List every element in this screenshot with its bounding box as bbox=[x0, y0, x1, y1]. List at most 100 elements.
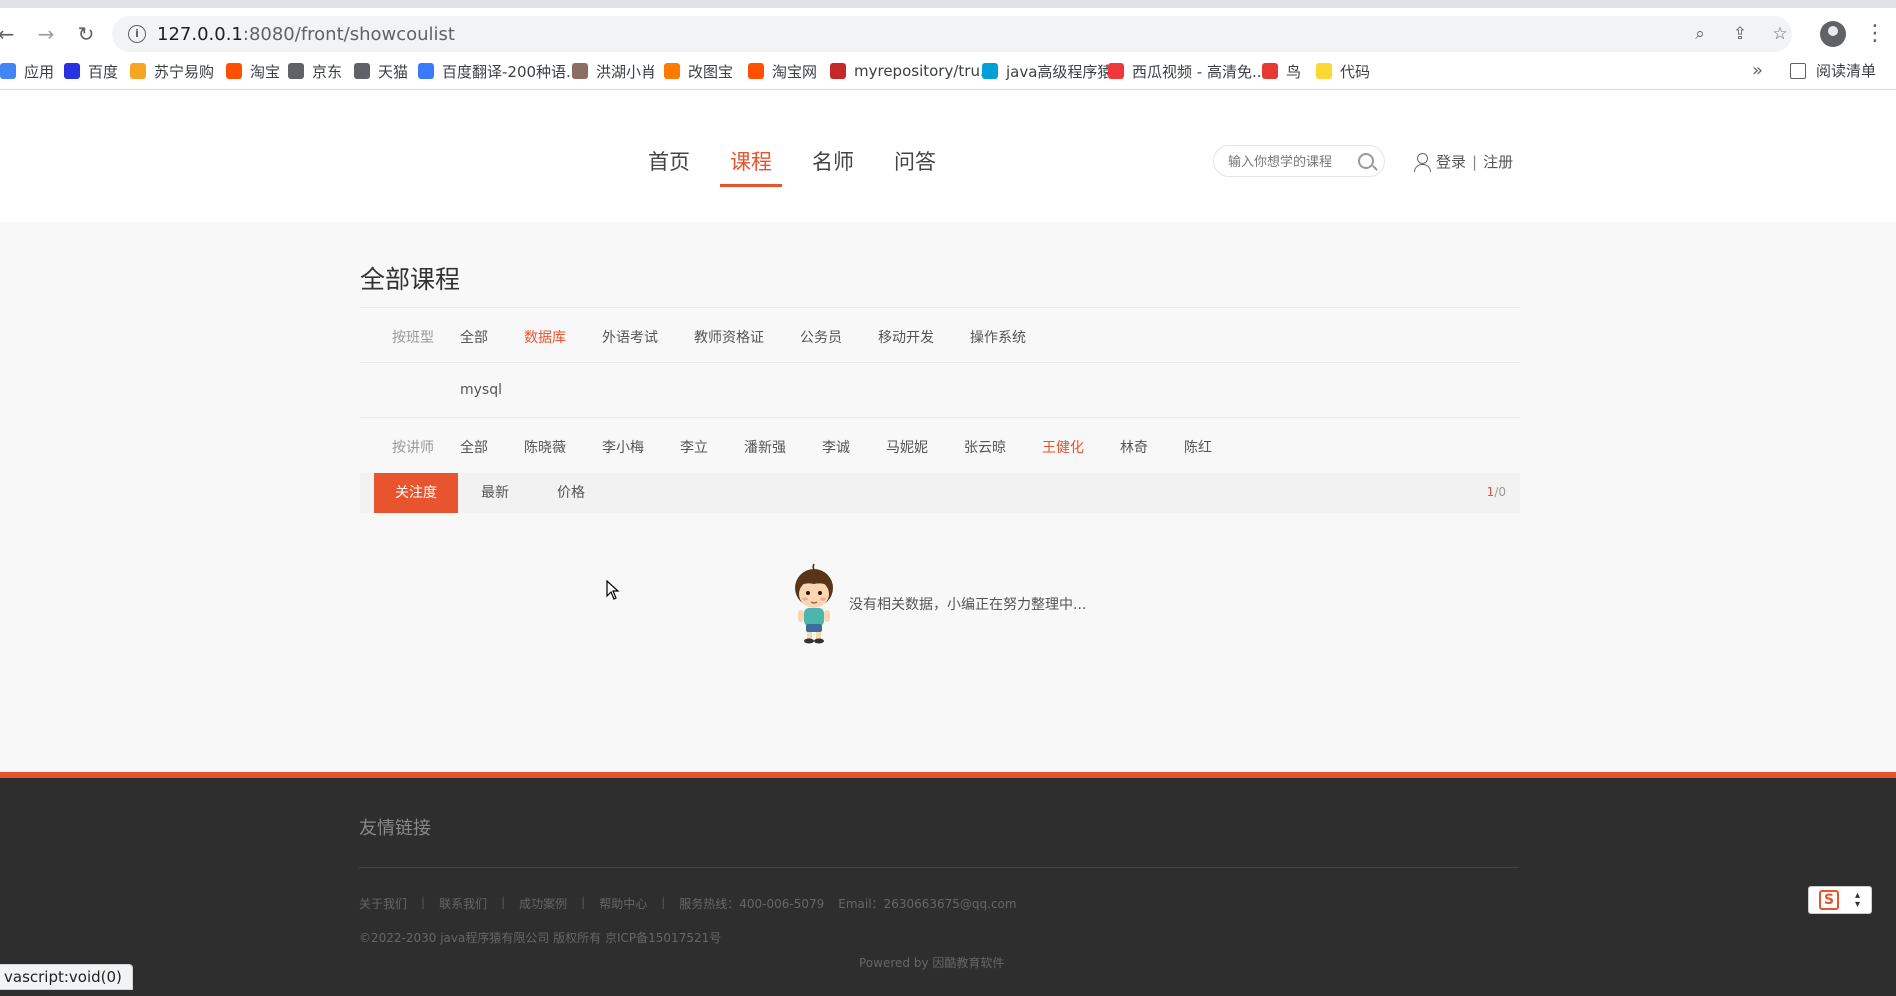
reading-list-icon bbox=[1790, 62, 1806, 79]
main-nav: 首页 课程 名师 问答 bbox=[648, 146, 976, 187]
profile-avatar-icon[interactable] bbox=[1820, 21, 1846, 47]
course-search bbox=[1213, 145, 1385, 177]
teacher-filter-option[interactable]: 林奇 bbox=[1120, 437, 1148, 457]
type-filter-option[interactable]: 数据库 bbox=[524, 327, 566, 347]
bookmark-favicon-icon bbox=[1262, 63, 1278, 79]
type-filter-option[interactable]: 公务员 bbox=[800, 327, 842, 347]
bookmark-item[interactable]: 苏宁易购 bbox=[130, 60, 214, 82]
footer-link[interactable]: 成功案例 bbox=[519, 895, 567, 912]
login-separator: | bbox=[1472, 152, 1478, 171]
bookmark-favicon-icon bbox=[226, 63, 242, 79]
type-filter-row: 按班型 全部 数据库 外语考试 教师资格证 公务员 移动开发 操作系统 bbox=[360, 308, 1520, 363]
sort-option[interactable]: 价格 bbox=[536, 473, 606, 513]
subtype-filter-options: mysql bbox=[460, 382, 538, 398]
share-icon[interactable]: ⇪ bbox=[1730, 24, 1750, 44]
teacher-filter-option[interactable]: 李诚 bbox=[822, 437, 850, 457]
footer-link-separator: | bbox=[501, 895, 506, 909]
reading-list-button[interactable]: 阅读清单 bbox=[1790, 60, 1876, 81]
footer-links: 关于我们 | 联系我们 | 成功案例 | 帮助中心 | 服务热线：400-006-5079 Ema… bbox=[359, 895, 1031, 912]
page-title: 全部课程 bbox=[360, 265, 461, 294]
bookmarks-more-button[interactable]: » bbox=[1752, 60, 1763, 81]
footer-link[interactable]: 关于我们 bbox=[359, 895, 407, 912]
bookmark-item[interactable]: 应用 bbox=[0, 60, 54, 82]
teacher-filter-option[interactable]: 张云晾 bbox=[964, 437, 1006, 457]
bookmark-item[interactable]: 京东 bbox=[288, 60, 342, 82]
bookmark-favicon-icon bbox=[354, 63, 370, 79]
footer-powered-by[interactable]: Powered by 因酷教育软件 bbox=[859, 954, 1004, 971]
reading-list-label: 阅读清单 bbox=[1816, 62, 1877, 80]
type-filter-option[interactable]: 操作系统 bbox=[970, 327, 1026, 347]
mouse-cursor-icon bbox=[606, 580, 620, 600]
sort-option[interactable]: 最新 bbox=[460, 473, 530, 513]
bookmark-label: 淘宝网 bbox=[772, 62, 818, 81]
address-bar[interactable]: i 127.0.0.1:8080/front/showcoulist ⌕ ⇪ ☆ bbox=[112, 16, 1792, 52]
bookmark-item[interactable]: 洪湖小肖 bbox=[572, 60, 656, 82]
bookmark-item[interactable]: 天猫 bbox=[354, 60, 408, 82]
sogou-ime-icon[interactable]: S bbox=[1819, 890, 1839, 910]
course-search-input[interactable] bbox=[1228, 152, 1356, 172]
ime-expand-icon[interactable]: ▴ ▾ bbox=[1855, 891, 1860, 910]
type-filter-option[interactable]: 移动开发 bbox=[878, 327, 934, 347]
bookmark-item[interactable]: 淘宝网 bbox=[748, 60, 817, 82]
nav-item[interactable]: 课程 bbox=[720, 146, 782, 187]
forward-arrow-icon[interactable]: → bbox=[34, 22, 58, 46]
bookmark-item[interactable]: 百度 bbox=[64, 60, 118, 82]
bookmark-favicon-icon bbox=[748, 63, 764, 79]
nav-item[interactable]: 名师 bbox=[812, 146, 854, 186]
site-info-icon[interactable]: i bbox=[128, 25, 146, 43]
zoom-icon[interactable]: ⌕ bbox=[1690, 24, 1710, 44]
bookmark-item[interactable]: java高级程序猿 bbox=[982, 60, 1112, 82]
footer-link[interactable]: 联系我们 bbox=[439, 895, 487, 912]
type-filter-label: 按班型 bbox=[392, 330, 434, 346]
browser-toolbar: ← → ↻ i 127.0.0.1:8080/front/showcoulist… bbox=[0, 0, 1896, 52]
subtype-filter-option[interactable]: mysql bbox=[460, 382, 502, 398]
teacher-filter-option[interactable]: 李立 bbox=[680, 437, 708, 457]
teacher-filter-option[interactable]: 陈红 bbox=[1184, 437, 1212, 457]
user-icon bbox=[1414, 152, 1431, 172]
ime-toolbar[interactable]: S ▴ ▾ bbox=[1808, 886, 1872, 914]
type-filter-option[interactable]: 教师资格证 bbox=[694, 327, 764, 347]
type-filter-options: 全部 数据库 外语考试 教师资格证 公务员 移动开发 操作系统 bbox=[460, 327, 1062, 347]
bookmark-item[interactable]: 百度翻译-200种语... bbox=[418, 60, 580, 82]
teacher-filter-option[interactable]: 陈晓薇 bbox=[524, 437, 566, 457]
footer-link[interactable]: 帮助中心 bbox=[599, 895, 647, 912]
bookmark-favicon-icon bbox=[130, 63, 146, 79]
login-link[interactable]: 登录 bbox=[1436, 151, 1466, 172]
teacher-filter-label: 按讲师 bbox=[392, 440, 434, 456]
footer-copyright: ©2022-2030 java程序猿有限公司 版权所有 京ICP备1501752… bbox=[359, 931, 722, 945]
type-filter-option[interactable]: 全部 bbox=[460, 327, 488, 347]
bookmark-favicon-icon bbox=[830, 63, 846, 79]
nav-item[interactable]: 首页 bbox=[648, 146, 690, 186]
bookmark-star-icon[interactable]: ☆ bbox=[1770, 24, 1790, 44]
bookmark-item[interactable]: myrepository/tru... bbox=[830, 60, 994, 82]
search-icon[interactable] bbox=[1358, 153, 1374, 169]
subtype-filter-row: mysql bbox=[360, 363, 1520, 418]
type-filter-option[interactable]: 外语考试 bbox=[602, 327, 658, 347]
register-link[interactable]: 注册 bbox=[1483, 151, 1513, 172]
bookmarks-bar: » 阅读清单 应用 百度 苏宁易购 淘宝 京东 天猫 百度翻译-200种语... 洪湖小肖 改图… bbox=[0, 52, 1896, 90]
footer-link[interactable]: 服务热线：400-006-5079 bbox=[679, 895, 824, 912]
browser-menu-icon[interactable]: ⋮ bbox=[1864, 20, 1886, 48]
teacher-filter-row: 按讲师 全部 陈晓薇 李小梅 李立 潘新强 李诚 马妮妮 张云晾 王健化 林奇 陈红 bbox=[360, 418, 1520, 473]
bookmark-item[interactable]: 改图宝 bbox=[664, 60, 733, 82]
page-total: /0 bbox=[1494, 485, 1506, 499]
bookmark-favicon-icon bbox=[64, 63, 80, 79]
bookmark-item[interactable]: 代码 bbox=[1316, 60, 1370, 82]
teacher-filter-option[interactable]: 李小梅 bbox=[602, 437, 644, 457]
back-arrow-icon[interactable]: ← bbox=[0, 22, 18, 46]
bookmark-item[interactable]: 鸟 bbox=[1262, 60, 1301, 82]
bookmark-item[interactable]: 西瓜视频 - 高清免... bbox=[1108, 60, 1266, 82]
sort-option[interactable]: 关注度 bbox=[374, 473, 458, 513]
teacher-filter-option[interactable]: 全部 bbox=[460, 437, 488, 457]
bookmark-favicon-icon bbox=[1316, 63, 1332, 79]
teacher-filter-option[interactable]: 潘新强 bbox=[744, 437, 786, 457]
bookmark-label: 洪湖小肖 bbox=[596, 62, 657, 81]
teacher-filter-option[interactable]: 王健化 bbox=[1042, 437, 1084, 457]
teacher-filter-option[interactable]: 马妮妮 bbox=[886, 437, 928, 457]
reload-icon[interactable]: ↻ bbox=[74, 22, 98, 46]
bookmark-item[interactable]: 淘宝 bbox=[226, 60, 280, 82]
nav-item[interactable]: 问答 bbox=[894, 146, 936, 186]
footer-link[interactable]: Email：2630663675@qq.com bbox=[838, 895, 1016, 912]
url-text[interactable]: 127.0.0.1:8080/front/showcoulist bbox=[157, 24, 455, 45]
footer-divider bbox=[359, 867, 1519, 868]
